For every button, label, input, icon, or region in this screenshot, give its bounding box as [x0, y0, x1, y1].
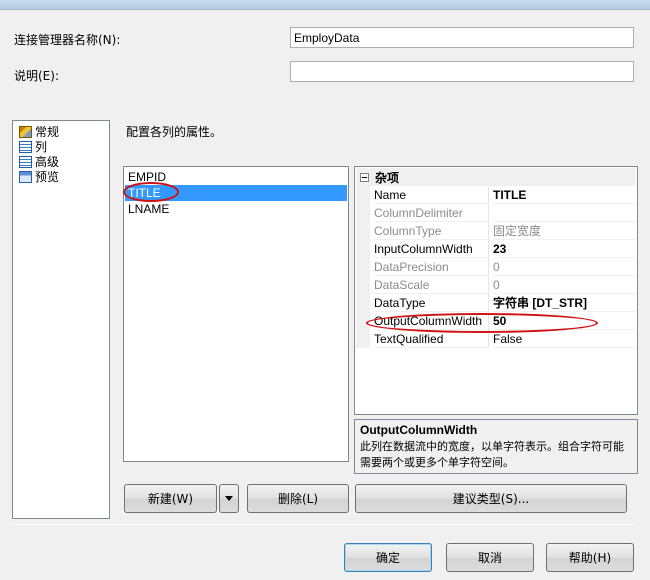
property-row-datatype[interactable]: DataType 字符串 [DT_STR]	[356, 294, 636, 312]
property-row-name[interactable]: Name TITLE	[356, 186, 636, 204]
new-dropdown-button[interactable]	[219, 484, 239, 513]
property-name: DataScale	[374, 276, 489, 294]
columns-grid-icon	[19, 140, 32, 153]
general-settings-icon	[19, 125, 32, 138]
property-value[interactable]: 字符串 [DT_STR]	[493, 294, 636, 312]
collapse-icon[interactable]	[360, 172, 369, 182]
new-button[interactable]: 新建(W)	[124, 484, 217, 513]
title-annotation-ellipse	[123, 182, 179, 202]
nav-item-general[interactable]: 常规	[19, 124, 59, 139]
delete-button-label: 删除(L)	[277, 492, 319, 506]
property-name: ColumnType	[374, 222, 489, 240]
property-row-datascale[interactable]: DataScale 0	[356, 276, 636, 294]
property-value[interactable]: 0	[493, 258, 636, 276]
description-input[interactable]	[290, 61, 634, 82]
conn-name-input[interactable]: EmployData	[290, 27, 634, 48]
new-button-label: 新建(W)	[147, 492, 194, 506]
property-name: ColumnDelimiter	[374, 204, 489, 222]
preview-icon	[19, 170, 32, 183]
suggest-types-button[interactable]: 建议类型(S)...	[355, 484, 627, 513]
nav-item-label: 预览	[35, 170, 60, 184]
description-label: 说明(E):	[14, 69, 59, 83]
help-button[interactable]: 帮助(H)	[546, 543, 634, 572]
property-row-columntype[interactable]: ColumnType 固定宽度	[356, 222, 636, 240]
property-value[interactable]: 23	[493, 240, 636, 258]
property-row-inputcolumnwidth[interactable]: InputColumnWidth 23	[356, 240, 636, 258]
window-title-bar	[0, 0, 650, 10]
property-description-panel: OutputColumnWidth 此列在数据流中的宽度，以单字符表示。组合字符…	[354, 419, 638, 474]
nav-item-preview[interactable]: 预览	[19, 169, 59, 184]
property-grid: 杂项 Name TITLE ColumnDelimiter ColumnType…	[354, 166, 638, 415]
instruction-text: 配置各列的属性。	[126, 125, 223, 139]
description-title: OutputColumnWidth	[360, 423, 478, 437]
property-row-columndelimiter[interactable]: ColumnDelimiter	[356, 204, 636, 222]
cancel-button-label: 取消	[477, 551, 502, 565]
property-value[interactable]: 0	[493, 276, 636, 294]
property-name: DataType	[374, 294, 489, 312]
property-value[interactable]: TITLE	[493, 186, 636, 204]
nav-item-advanced[interactable]: 高级	[19, 154, 59, 169]
conn-name-label: 连接管理器名称(N):	[14, 33, 121, 47]
ok-button[interactable]: 确定	[344, 543, 432, 572]
description-text: 此列在数据流中的宽度，以单字符表示。组合字符可能需要两个或更多个单字符空间。	[360, 440, 624, 469]
suggest-types-button-label: 建议类型(S)...	[452, 492, 530, 506]
nav-item-columns[interactable]: 列	[19, 139, 47, 154]
column-list: EMPID TITLE LNAME	[123, 166, 349, 462]
column-item-lname[interactable]: LNAME	[125, 201, 347, 217]
button-separator	[12, 524, 634, 525]
dropdown-arrow-icon	[225, 496, 233, 501]
delete-button[interactable]: 删除(L)	[247, 484, 349, 513]
ok-button-label: 确定	[375, 551, 400, 565]
property-name: InputColumnWidth	[374, 240, 489, 258]
property-value[interactable]: False	[493, 330, 636, 348]
cancel-button[interactable]: 取消	[446, 543, 534, 572]
property-row-dataprecision[interactable]: DataPrecision 0	[356, 258, 636, 276]
property-name: Name	[374, 186, 489, 204]
category-label: 杂项	[375, 170, 400, 185]
help-button-label: 帮助(H)	[568, 551, 612, 565]
property-value[interactable]: 固定宽度	[493, 222, 636, 240]
category-row[interactable]: 杂项	[356, 168, 636, 186]
page-nav-list: 常规 列 高级 预览	[12, 120, 110, 519]
property-name: DataPrecision	[374, 258, 489, 276]
advanced-grid-icon	[19, 155, 32, 168]
output-width-annotation-ellipse	[366, 313, 598, 333]
property-value[interactable]	[493, 204, 636, 222]
